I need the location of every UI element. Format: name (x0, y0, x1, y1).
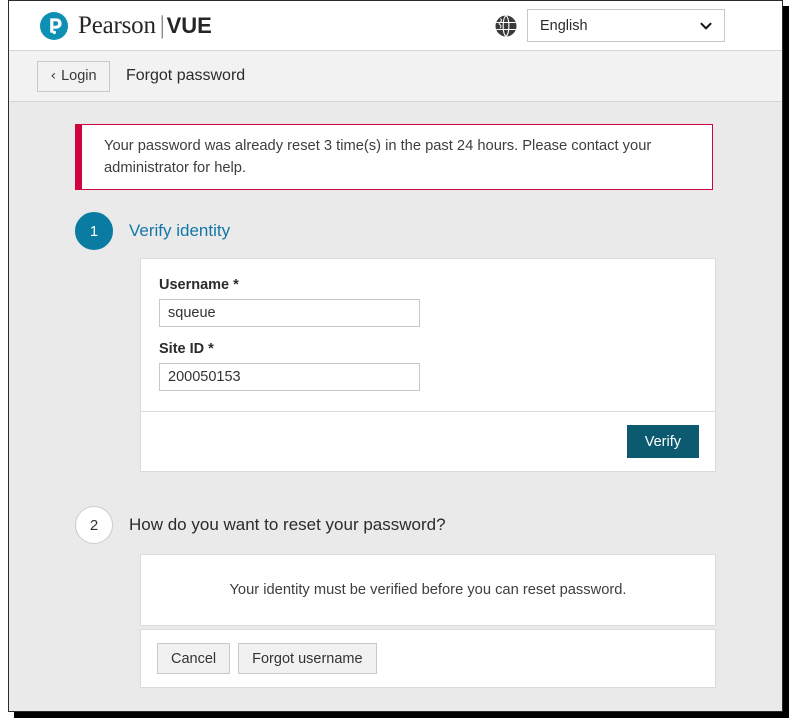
chevron-down-icon (699, 19, 713, 33)
step-2-header: 2 How do you want to reset your password… (75, 506, 446, 544)
back-button-label: Login (61, 68, 97, 84)
language-select-value: English (540, 17, 588, 34)
reset-notice-text: Your identity must be verified before yo… (229, 582, 627, 598)
error-alert-message: Your password was already reset 3 time(s… (104, 138, 652, 177)
chevron-left-icon: ‹ (50, 68, 57, 84)
site-id-input[interactable] (159, 363, 420, 391)
verify-card-footer: Verify (141, 412, 715, 471)
step-2-number: 2 (75, 506, 113, 544)
step-2-label: How do you want to reset your password? (129, 515, 446, 534)
pearson-vue-logo: Pearson |VUE (39, 11, 212, 41)
application-window: Pearson |VUE English ‹ Login Forgot pass… (8, 0, 783, 712)
back-to-login-button[interactable]: ‹ Login (37, 60, 110, 92)
reset-method-card: Your identity must be verified before yo… (140, 554, 716, 626)
main-content: Your password was already reset 3 time(s… (9, 102, 782, 711)
step-1-label: Verify identity (129, 221, 231, 240)
page-title: Forgot password (126, 67, 246, 84)
brand-separator: | (159, 12, 165, 39)
step-1-header: 1 Verify identity (75, 212, 230, 250)
brand-name: Pearson (78, 12, 156, 39)
error-alert: Your password was already reset 3 time(s… (75, 124, 713, 191)
step-1-number: 1 (75, 212, 113, 250)
brand-wordmark: Pearson |VUE (78, 13, 212, 38)
verify-identity-fields: Username * Site ID * (141, 259, 715, 421)
verify-identity-card: Username * Site ID * (140, 258, 716, 422)
language-select[interactable]: English (527, 9, 725, 42)
pearson-p-logo-icon (39, 11, 69, 41)
brand-product: VUE (166, 13, 212, 38)
breadcrumb-bar: ‹ Login Forgot password (9, 50, 782, 102)
form-actions-card: Cancel Forgot username (140, 629, 716, 688)
globe-icon (493, 13, 519, 39)
reset-notice: Your identity must be verified before yo… (141, 555, 715, 625)
verify-button[interactable]: Verify (626, 425, 699, 458)
language-selector-group: English (493, 9, 725, 42)
page-header: Pearson |VUE English (9, 1, 782, 50)
username-label: Username * (159, 277, 239, 293)
cancel-button[interactable]: Cancel (157, 643, 231, 674)
form-actions: Cancel Forgot username (141, 630, 715, 687)
forgot-username-button[interactable]: Forgot username (238, 643, 377, 674)
username-input[interactable] (159, 299, 420, 327)
site-id-label: Site ID * (159, 341, 214, 357)
verify-action-card: Verify (140, 411, 716, 472)
